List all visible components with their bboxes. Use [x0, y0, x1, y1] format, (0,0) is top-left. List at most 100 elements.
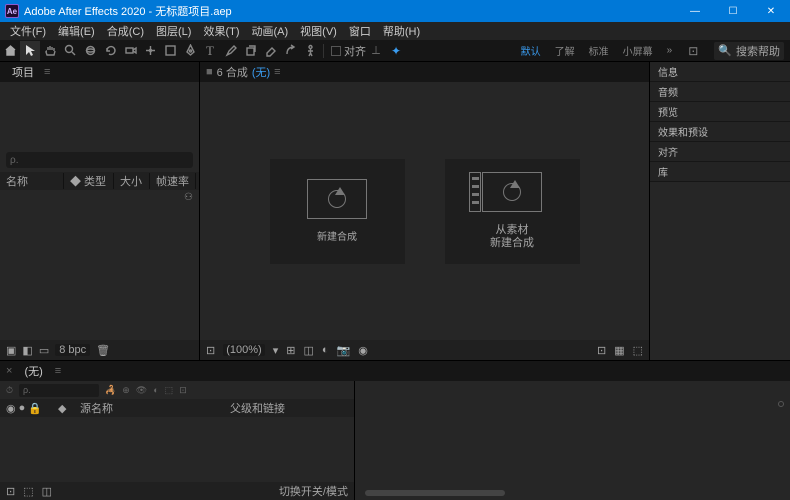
col-layer-name[interactable]: 源名称: [76, 400, 226, 416]
col-type[interactable]: ◆ 类型: [64, 173, 114, 189]
snapshot-icon[interactable]: 📷: [337, 344, 351, 357]
tl-icon-3[interactable]: ◐: [153, 385, 158, 395]
panel-preview[interactable]: 预览: [650, 102, 790, 122]
grid-icon[interactable]: ⊞: [286, 344, 295, 357]
workspace-standard[interactable]: 标准: [589, 43, 609, 58]
menu-window[interactable]: 窗口: [343, 21, 377, 41]
menu-animation[interactable]: 动画(A): [246, 21, 295, 41]
tl-icon-2[interactable]: ⊕: [122, 385, 130, 396]
col-size[interactable]: 大小: [114, 173, 150, 189]
bpc-button[interactable]: 8 bpc: [55, 344, 90, 356]
new-comp-from-footage-button[interactable]: 从素材新建合成: [445, 159, 580, 264]
minimize-button[interactable]: ―: [676, 0, 714, 22]
interpret-icon[interactable]: ▣: [6, 344, 16, 357]
shape-tool[interactable]: [160, 41, 180, 61]
tl-btn-2[interactable]: ⬚: [23, 485, 33, 498]
tl-shy-icon[interactable]: 👁: [136, 385, 147, 396]
solo-col-icon[interactable]: ●: [19, 402, 26, 415]
new-composition-button[interactable]: 新建合成: [270, 159, 405, 264]
brush-tool[interactable]: [220, 41, 240, 61]
orbit-tool[interactable]: [80, 41, 100, 61]
search-panel-icon[interactable]: ⊡: [686, 44, 700, 58]
panel-info[interactable]: 信息: [650, 62, 790, 82]
3d-view-icon[interactable]: ⬚: [633, 344, 643, 357]
col-parent[interactable]: 父级和链接: [226, 400, 285, 416]
menu-file[interactable]: 文件(F): [4, 21, 52, 41]
selection-tool[interactable]: [20, 41, 40, 61]
new-folder-icon[interactable]: ▭: [39, 344, 49, 357]
proj-settings-icon[interactable]: ◧: [22, 344, 32, 357]
col-framerate[interactable]: 帧速率: [150, 173, 196, 189]
tl-btn-3[interactable]: ◫: [42, 485, 52, 498]
menu-effect[interactable]: 效果(T): [197, 21, 245, 41]
menu-view[interactable]: 视图(V): [294, 21, 343, 41]
workspace-default[interactable]: 默认: [521, 43, 541, 58]
timeline-tab[interactable]: (无): [16, 361, 50, 381]
zoom-tool[interactable]: [60, 41, 80, 61]
timeline-search-input[interactable]: ρ.: [19, 384, 99, 397]
flowchart-icon[interactable]: ⚇: [184, 192, 193, 203]
snap-mode2-icon[interactable]: ✦: [386, 41, 406, 61]
view-layout-icon[interactable]: ▦: [614, 344, 624, 357]
channel-icon[interactable]: ◉: [358, 344, 368, 357]
tl-icon-4[interactable]: ⬚: [165, 385, 174, 396]
type-tool[interactable]: T: [200, 41, 220, 61]
trash-icon[interactable]: 🗑: [96, 344, 110, 357]
project-items-list[interactable]: ⚇: [0, 190, 199, 340]
timecode-icon[interactable]: ⊡: [597, 344, 606, 357]
panel-audio[interactable]: 音频: [650, 82, 790, 102]
label-col-icon[interactable]: ◆: [58, 402, 76, 415]
help-search-input[interactable]: 🔍搜索帮助: [714, 42, 784, 60]
workspace-overflow[interactable]: »: [667, 45, 673, 56]
menu-help[interactable]: 帮助(H): [377, 21, 426, 41]
hand-tool[interactable]: [40, 41, 60, 61]
project-tab[interactable]: 项目: [6, 62, 40, 82]
zoom-dropdown[interactable]: (100%): [223, 344, 264, 356]
timeline-rows[interactable]: [0, 417, 354, 482]
zoom-slider[interactable]: [365, 490, 505, 496]
right-panel-stack: 信息 音频 预览 效果和预设 对齐 库: [650, 62, 790, 360]
lock-col-icon[interactable]: 🔒: [28, 402, 42, 415]
anchor-tool[interactable]: [140, 41, 160, 61]
clone-tool[interactable]: [240, 41, 260, 61]
col-name[interactable]: 名称: [0, 173, 64, 189]
composition-viewer: 新建合成 从素材新建合成: [200, 82, 649, 340]
rotate-tool[interactable]: [100, 41, 120, 61]
menu-edit[interactable]: 编辑(E): [52, 21, 101, 41]
res-dropdown[interactable]: ▾: [273, 344, 279, 357]
timeline-canvas[interactable]: [355, 399, 790, 500]
menu-composition[interactable]: 合成(C): [101, 21, 150, 41]
home-button[interactable]: [0, 41, 20, 61]
panel-libraries[interactable]: 库: [650, 162, 790, 182]
workspace-learn[interactable]: 了解: [555, 43, 575, 58]
mask-icon[interactable]: ◐: [322, 344, 329, 356]
timecode-display[interactable]: ⏱: [6, 385, 13, 396]
composition-panel: ■ 6 合成 (无) ≡ 新建合成 从素材新建合成 ⊡ (100%) ▾ ⊞ ◫…: [200, 62, 650, 360]
snap-toggle[interactable]: 对齐: [331, 43, 366, 59]
tl-icon-5[interactable]: ⊡: [179, 385, 187, 396]
workspace-small[interactable]: 小屏幕: [623, 43, 653, 58]
menu-layer[interactable]: 图层(L): [150, 21, 197, 41]
viewer-mouse-icon[interactable]: ⊡: [206, 344, 215, 357]
project-search-input[interactable]: ρ.: [6, 152, 193, 168]
comp-marker-icon[interactable]: [778, 401, 784, 407]
eye-col-icon[interactable]: ◉: [6, 402, 16, 415]
menu-bar: 文件(F) 编辑(E) 合成(C) 图层(L) 效果(T) 动画(A) 视图(V…: [0, 22, 790, 40]
tl-btn-1[interactable]: ⊡: [6, 485, 15, 498]
guides-icon[interactable]: ◫: [303, 344, 313, 357]
camera-tool[interactable]: [120, 41, 140, 61]
panel-align[interactable]: 对齐: [650, 142, 790, 162]
maximize-button[interactable]: ☐: [714, 0, 752, 22]
tl-icon-1[interactable]: 🦂: [105, 385, 116, 396]
eraser-tool[interactable]: [260, 41, 280, 61]
puppet-tool[interactable]: [300, 41, 320, 61]
toggle-switches-button[interactable]: 切换开关/模式: [279, 483, 348, 499]
time-ruler[interactable]: [355, 381, 790, 399]
timeline-track-area[interactable]: [355, 381, 790, 500]
snap-mode-icon[interactable]: ⟂: [366, 41, 386, 61]
panel-effects[interactable]: 效果和预设: [650, 122, 790, 142]
close-button[interactable]: ✕: [752, 0, 790, 22]
pen-tool[interactable]: [180, 41, 200, 61]
comp-tab-active[interactable]: (无): [252, 64, 270, 80]
roto-tool[interactable]: [280, 41, 300, 61]
